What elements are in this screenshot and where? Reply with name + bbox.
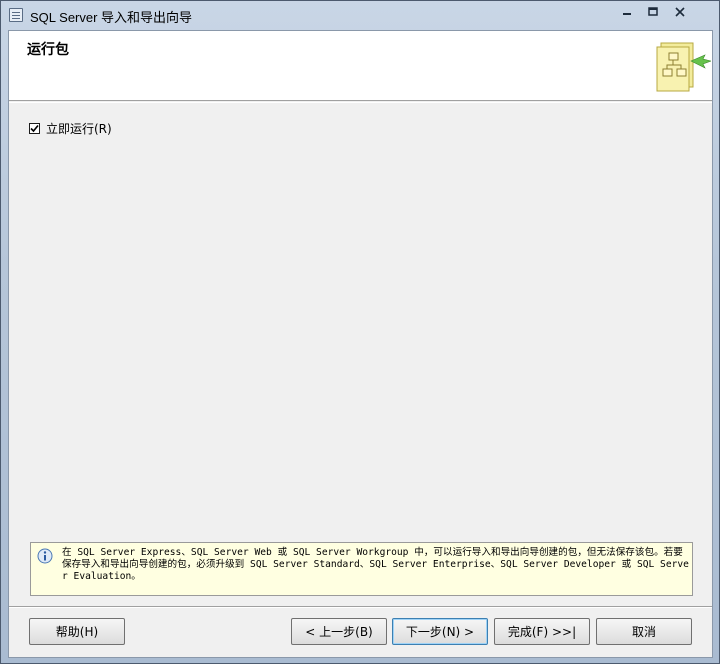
run-immediately-label: 立即运行(R) xyxy=(46,122,112,136)
minimize-icon xyxy=(623,12,631,15)
info-message-text: 在 SQL Server Express、SQL Server Web 或 SQ… xyxy=(62,547,689,582)
checkbox-box[interactable] xyxy=(29,123,40,134)
wizard-window: SQL Server 导入和导出向导 运行包 立即运行(R) 在 SQL Ser… xyxy=(0,0,720,664)
info-message-box: 在 SQL Server Express、SQL Server Web 或 SQ… xyxy=(30,542,693,596)
wizard-client-area: 运行包 立即运行(R) 在 SQL Server Express、SQL Ser… xyxy=(8,30,713,658)
wizard-header: 运行包 xyxy=(9,31,712,103)
check-icon xyxy=(30,124,39,133)
maximize-button[interactable] xyxy=(640,3,666,20)
title-bar[interactable]: SQL Server 导入和导出向导 xyxy=(1,1,719,29)
wizard-graphic-icon xyxy=(656,42,711,92)
next-button[interactable]: 下一步(N) > xyxy=(392,618,488,645)
cancel-button[interactable]: 取消 xyxy=(596,618,692,645)
back-button[interactable]: < 上一步(B) xyxy=(291,618,387,645)
page-title: 运行包 xyxy=(27,42,69,58)
run-immediately-checkbox[interactable]: 立即运行(R) xyxy=(29,120,112,137)
app-icon xyxy=(9,8,23,22)
maximize-icon xyxy=(648,6,658,16)
close-button[interactable] xyxy=(667,3,693,20)
minimize-button[interactable] xyxy=(614,3,640,20)
footer-separator xyxy=(9,606,712,608)
help-button[interactable]: 帮助(H) xyxy=(29,618,125,645)
finish-button[interactable]: 完成(F) >>| xyxy=(494,618,590,645)
info-icon xyxy=(37,548,53,564)
window-title: SQL Server 导入和导出向导 xyxy=(30,10,193,25)
close-icon xyxy=(675,6,685,17)
